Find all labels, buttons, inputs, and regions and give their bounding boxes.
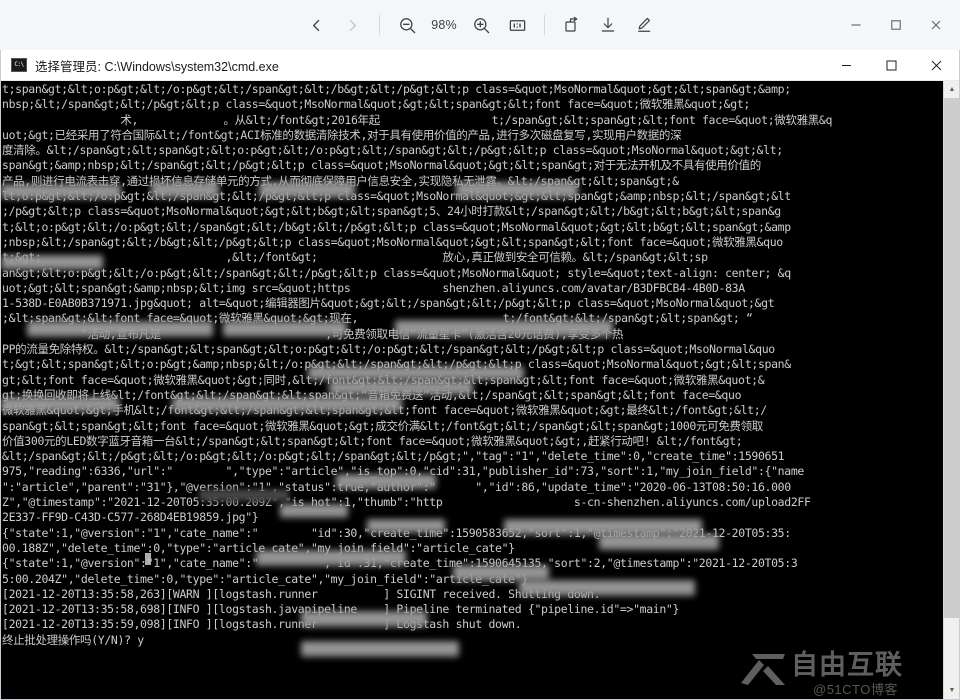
console-line: 微软雅黑&quot;&gt;手机&lt;/font&gt;&lt;/span&g… xyxy=(2,403,767,418)
text-cursor xyxy=(145,553,151,565)
watermark-handle: @51CTO博客 xyxy=(813,682,898,697)
console-line: uot;&gt;已经采用了符合国际&lt;/font&gt;ACI标准的数据清除… xyxy=(2,127,682,142)
zoom-in-button[interactable] xyxy=(463,7,499,43)
console-line: ;&lt;span&gt;&lt;font face=&quot;微软雅黑&qu… xyxy=(2,311,753,326)
viewer-window-controls xyxy=(836,0,960,50)
pencil-icon xyxy=(638,17,651,32)
console-line: [2021-12-20T13:35:58,698][INFO ][logstas… xyxy=(2,602,680,617)
console-line: t;span&gt;&lt;o:p&gt;&lt;/o:p&gt;&lt;/sp… xyxy=(2,82,791,96)
console-line: 2E337-FF9D-C43D-C577-268D4EB19859.jpg"} xyxy=(2,510,259,525)
toolbar-divider-2 xyxy=(544,15,545,35)
console-line: an&gt;&lt;o:p&gt;&lt;/o:p&gt;&lt;/span&g… xyxy=(2,265,791,280)
console-line: t;&gt;&lt;span&gt;&lt;o:p&gt;&amp;nbsp;&… xyxy=(2,357,791,372)
scrollbar-up-arrow[interactable]: ▲ xyxy=(944,81,959,98)
close-icon xyxy=(931,60,942,71)
console-line: span&gt;&lt;span&gt;&lt;font face=&quot;… xyxy=(2,418,763,433)
console-line: t;&lt;o:p&gt;&lt;/o:p&gt;&lt;/span&gt;&l… xyxy=(2,219,791,234)
viewer-close-button[interactable] xyxy=(916,7,956,43)
console-output-area[interactable]: t;span&gt;&lt;o:p&gt;&lt;/o:p&gt;&lt;/sp… xyxy=(1,81,959,699)
console-line: ":"article","parent":"31"},"@version":"1… xyxy=(2,479,791,494)
console-line: gt;&lt;font face=&quot;微软雅黑&quot;&gt;同时,… xyxy=(2,372,765,387)
viewer-maximize-button[interactable] xyxy=(876,7,916,43)
console-line: ;nbsp;&lt;/span&gt;&lt;/b&gt;&lt;/p&gt;&… xyxy=(2,234,783,249)
chevron-right-icon xyxy=(349,19,356,31)
viewer-minimize-button[interactable] xyxy=(836,7,876,43)
console-line: ;/p&gt;&lt;p class=&quot;MsoNormal&quot;… xyxy=(2,204,781,219)
watermark: 自由互联 @51CTO博客 xyxy=(739,651,953,697)
cmd-app-icon: C:\ xyxy=(11,58,27,72)
console-line: [2021-12-20T13:35:59,098][INFO ][logstas… xyxy=(2,617,522,632)
cmd-titlebar[interactable]: C:\ 选择管理员: C:\Windows\system32\cmd.exe xyxy=(1,50,959,81)
console-line: lt;o:p&gt;&lt;/o:p&gt;&lt;/span&gt;&lt;/… xyxy=(2,189,791,204)
console-line: 975,"reading":6336,"url":" ","type":"art… xyxy=(2,464,804,479)
zoom-out-button[interactable] xyxy=(389,7,425,43)
zoom-out-icon xyxy=(399,17,415,33)
console-line: ”活动,宣布凡是 ,可免费领取电信“流量星卡”(激活含20元话费),享受多个热 xyxy=(2,326,624,341)
console-scrollbar[interactable]: ▲ ▼ xyxy=(943,81,959,699)
console-line: 术, 。从&lt;/font&gt;2016年起 t;/span&gt;&lt;… xyxy=(2,112,833,127)
console-line: 价值300元的LED数字蓝牙音箱一台&lt;/span&gt;&lt;span&… xyxy=(2,433,743,448)
console-line: [2021-12-20T13:35:58,263][WARN ][logstas… xyxy=(2,586,601,601)
minimize-icon xyxy=(842,65,851,66)
rotate-icon xyxy=(565,16,578,32)
console-line: Z","@timestamp":"2021-12-20T05:35:00.209… xyxy=(2,495,811,510)
minimize-icon xyxy=(851,24,861,26)
zoom-level-label: 98% xyxy=(431,18,457,32)
maximize-icon xyxy=(891,20,901,30)
console-line: gt;换换回收即将上线&lt;/font&gt;&lt;/span&gt;&lt… xyxy=(2,387,742,402)
console-line: {"state":1,"@version":"1","cate_name":" … xyxy=(2,525,791,540)
console-line: nbsp;&lt;/span&gt;&lt;/p&gt;&lt;p class=… xyxy=(2,97,750,112)
chevron-left-icon xyxy=(312,19,319,31)
cmd-minimize-button[interactable] xyxy=(824,50,869,81)
watermark-brand: 自由互联 xyxy=(791,650,903,680)
one-to-one-icon xyxy=(509,19,525,31)
next-image-button[interactable] xyxy=(334,7,370,43)
maximize-icon xyxy=(886,60,897,71)
console-line: 产品,则进行电流表击穿,通过损坏信息存储单元的方式,从而彻底保障用户信息安全,实… xyxy=(2,173,679,188)
scrollbar-down-arrow[interactable]: ▼ xyxy=(944,682,959,699)
toolbar-divider-1 xyxy=(379,15,380,35)
zoom-in-icon xyxy=(473,17,489,33)
rotate-button[interactable] xyxy=(554,7,590,43)
cmd-close-button[interactable] xyxy=(914,50,959,81)
scrollbar-thumb[interactable] xyxy=(944,98,959,618)
cmd-window-title: 选择管理员: C:\Windows\system32\cmd.exe xyxy=(35,59,279,74)
cmd-maximize-button[interactable] xyxy=(869,50,914,81)
annotate-button[interactable] xyxy=(626,7,662,43)
console-line: 1-538D-E0AB0B371971.jpg&quot; alt=&quot;… xyxy=(2,296,775,311)
console-line: span&gt;&amp;nbsp;&lt;/span&gt;&lt;/p&gt… xyxy=(2,158,761,173)
console-line: 5:00.204Z","delete_time":0,"type":"artic… xyxy=(2,571,528,586)
console-line: PP的流量免除特权。&lt;/span&gt;&lt;span&gt;&lt;o… xyxy=(2,342,775,357)
previous-image-button[interactable] xyxy=(298,7,334,43)
viewer-toolbar-center-group: 98% xyxy=(0,0,960,50)
console-line: 终止批处理操作吗(Y/N)? y xyxy=(2,632,144,647)
close-icon xyxy=(931,20,941,30)
cmd-window-controls xyxy=(824,50,959,81)
download-icon xyxy=(601,17,615,32)
console-line: &lt;/span&gt;&lt;/p&gt;&lt;/o:p&gt;&lt;/… xyxy=(2,449,785,464)
console-line: 度清除。&lt;/span&gt;&lt;span&gt;&lt;o:p&gt;… xyxy=(2,143,783,158)
cmd-window: C:\ 选择管理员: C:\Windows\system32\cmd.exe t… xyxy=(0,50,960,700)
download-button[interactable] xyxy=(590,7,626,43)
console-line: uot;&gt;&lt;span&gt;&amp;nbsp;&lt;img sr… xyxy=(2,280,745,295)
console-line: t;&gt; ,&lt;/font&gt; 放心,真正做到安全可信赖。&lt;/… xyxy=(2,250,708,265)
x-logo-icon xyxy=(741,654,785,685)
image-viewer-toolbar: 98% xyxy=(0,0,960,50)
actual-size-button[interactable] xyxy=(499,7,535,43)
